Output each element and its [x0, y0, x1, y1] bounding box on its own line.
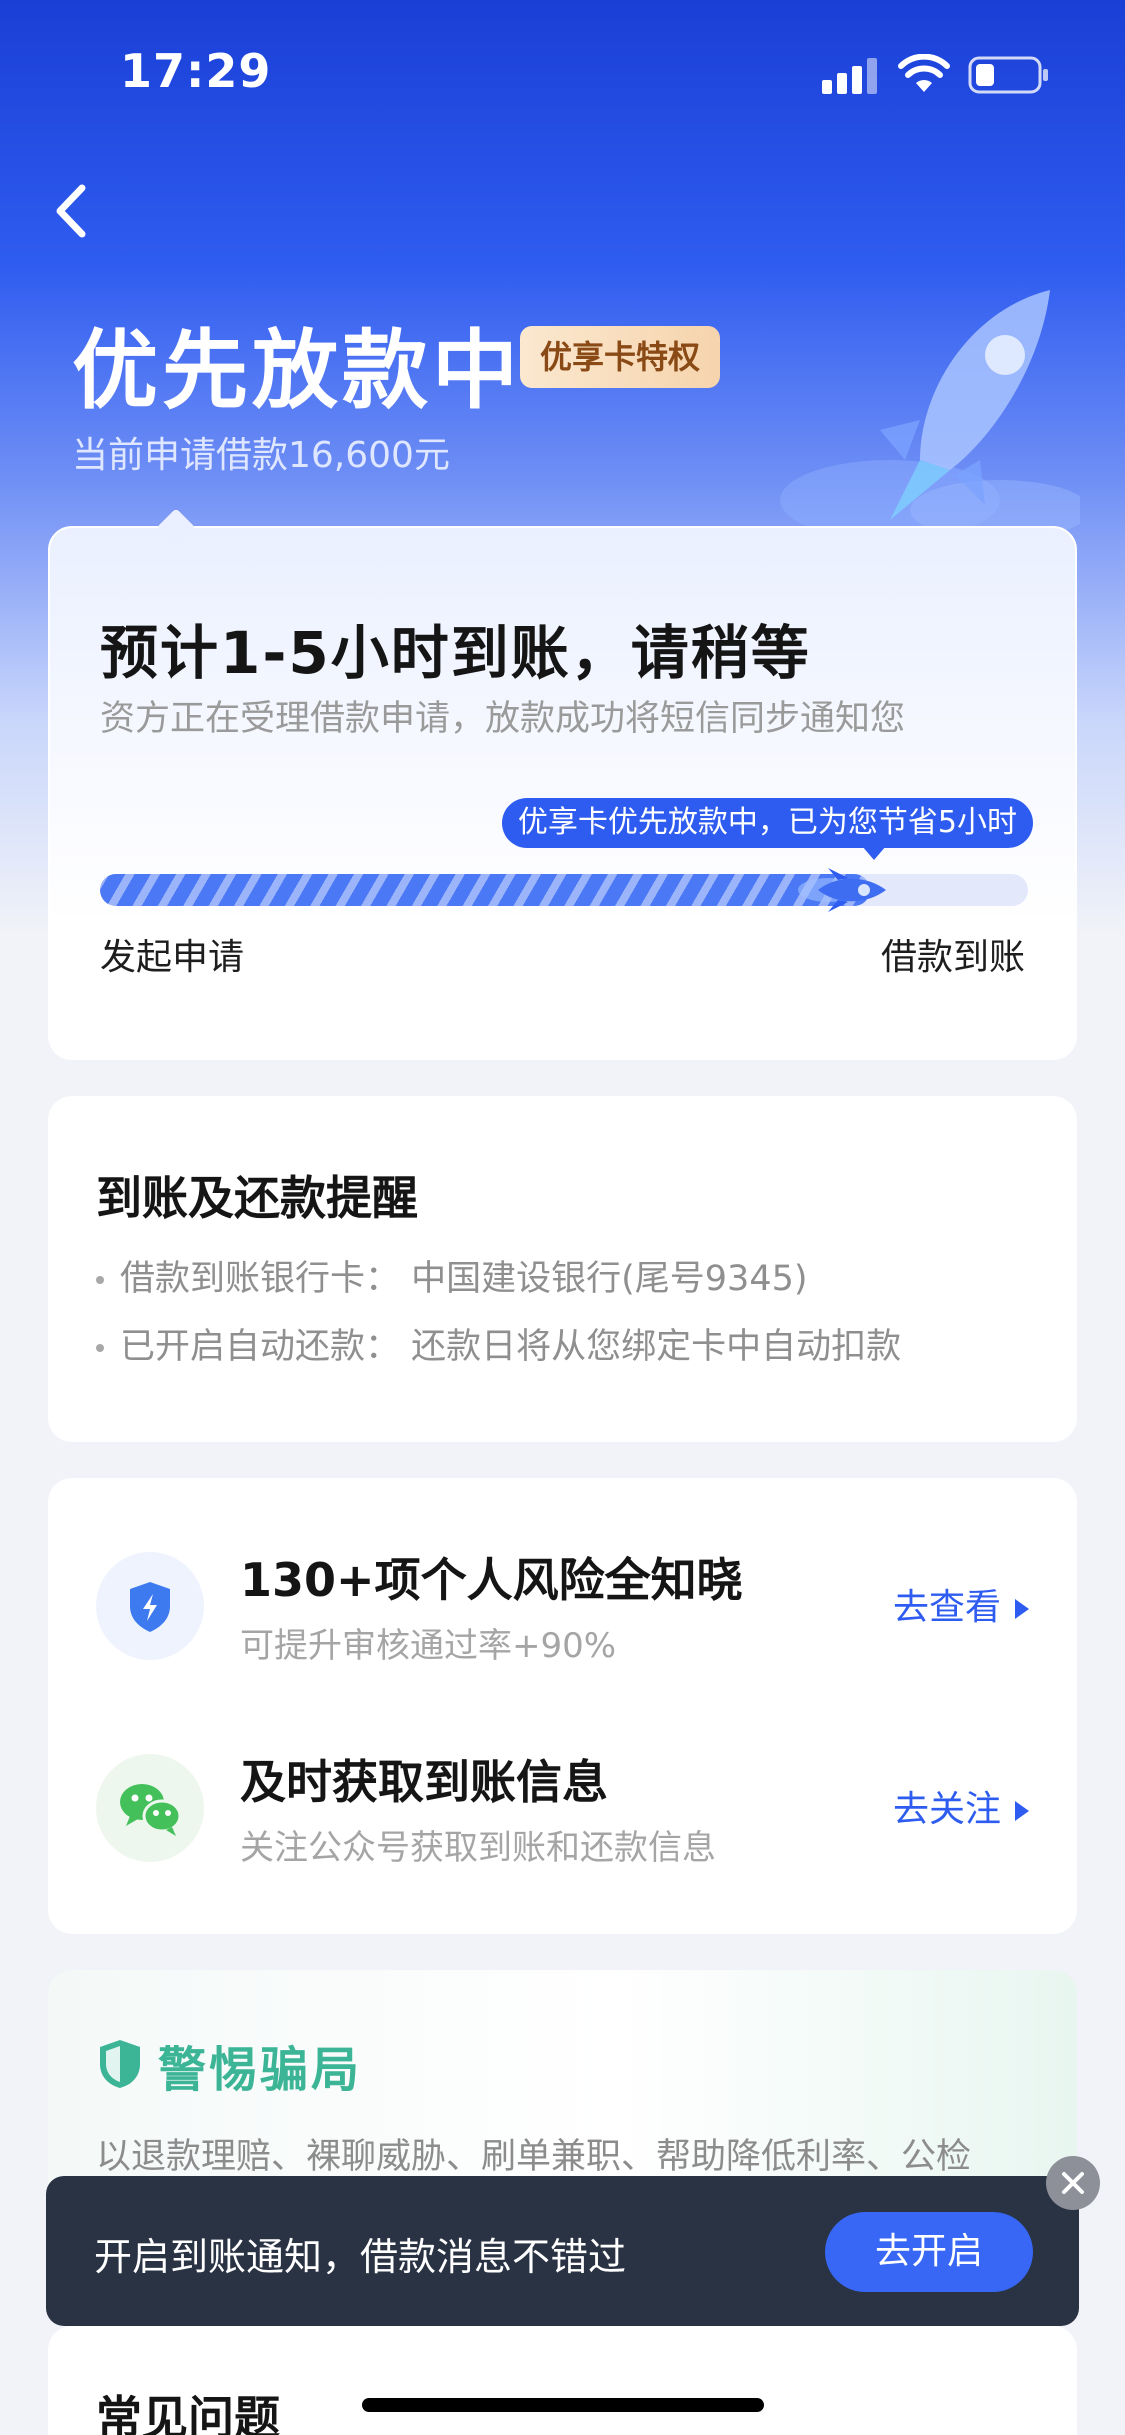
time-saved-tooltip: 优享卡优先放款中，已为您节省5小时: [501, 798, 1033, 860]
bullet-dot: [96, 1276, 104, 1284]
status-bar: 17:29: [0, 0, 1125, 140]
notification-banner: 开启到账通知，借款消息不错过 去开启: [46, 2176, 1079, 2326]
rocket-illustration: [780, 290, 1080, 540]
play-arrow-icon: [1015, 1599, 1029, 1619]
fraud-warning-title: 警惕骗局: [158, 2042, 363, 2098]
wechat-follow-subtitle: 关注公众号获取到账和还款信息: [240, 1828, 716, 1868]
progress-track: [100, 868, 1028, 912]
shield-icon: [100, 2040, 140, 2088]
reminder-title: 到账及还款提醒: [96, 1171, 418, 1225]
status-time: 17:29: [120, 44, 272, 98]
faq-title: 常见问题: [96, 2391, 280, 2435]
play-arrow-icon: [1015, 1801, 1029, 1821]
notification-text: 开启到账通知，借款消息不错过: [94, 2235, 627, 2279]
rocket-icon: [798, 868, 886, 912]
progress-start-label: 发起申请: [100, 937, 245, 978]
risk-report-subtitle: 可提升审核通过率+90%: [240, 1626, 617, 1666]
risk-report-row[interactable]: 130+项个人风险全知晓 可提升审核通过率+90% 去查看: [48, 1544, 1077, 1684]
close-icon[interactable]: [1046, 2156, 1100, 2210]
signal-icon: [822, 58, 877, 94]
loan-amount-subtitle: 当前申请借款16,600元: [72, 435, 450, 476]
eta-description: 资方正在受理借款申请，放款成功将短信同步通知您: [100, 699, 906, 739]
home-indicator[interactable]: [362, 2398, 764, 2412]
bullet-dot: [96, 1344, 104, 1352]
wifi-icon: [898, 54, 950, 92]
view-link[interactable]: 去查看: [893, 1578, 1029, 1630]
icon-circle: [96, 1552, 204, 1660]
auto-repay-line: 已开启自动还款： 还款日将从您绑定卡中自动扣款: [96, 1318, 901, 1369]
eta-title: 预计1-5小时到账，请稍等: [100, 619, 811, 687]
progress-card: 预计1-5小时到账，请稍等 资方正在受理借款申请，放款成功将短信同步通知您 优享…: [48, 526, 1077, 1060]
progress-fill: [100, 874, 870, 906]
services-card: 130+项个人风险全知晓 可提升审核通过率+90% 去查看 及时获取到账信息 关…: [48, 1478, 1077, 1934]
wechat-follow-row[interactable]: 及时获取到账信息 关注公众号获取到账和还款信息 去关注: [48, 1746, 1077, 1886]
wechat-follow-title: 及时获取到账信息: [240, 1755, 608, 1809]
fraud-warning-description: 以退款理赔、裸聊威胁、刷单兼职、帮助降低利率、公检: [96, 2137, 972, 2177]
enable-notification-button[interactable]: 去开启: [825, 2212, 1033, 2292]
privilege-badge: 优享卡特权: [520, 326, 721, 388]
risk-report-title: 130+项个人风险全知晓: [240, 1553, 743, 1607]
auto-repay-text: 已开启自动还款： 还款日将从您绑定卡中自动扣款: [120, 1327, 902, 1367]
view-link-label: 去查看: [892, 1587, 1001, 1628]
icon-circle: [96, 1754, 204, 1862]
reminder-card: 到账及还款提醒 借款到账银行卡： 中国建设银行(尾号9345) 已开启自动还款：…: [48, 1096, 1077, 1442]
follow-link[interactable]: 去关注: [893, 1780, 1029, 1832]
progress-end-label: 借款到账: [880, 937, 1025, 978]
shield-bolt-icon: [130, 1582, 170, 1632]
faq-card[interactable]: 常见问题: [48, 2326, 1077, 2435]
bank-card-text: 借款到账银行卡： 中国建设银行(尾号9345): [120, 1259, 808, 1299]
bank-card-line: 借款到账银行卡： 中国建设银行(尾号9345): [96, 1250, 808, 1301]
back-arrow-icon[interactable]: [44, 176, 100, 246]
wechat-icon: [120, 1784, 182, 1836]
follow-link-label: 去关注: [892, 1789, 1001, 1830]
battery-icon: [968, 56, 1048, 94]
page-title: 优先放款中: [72, 321, 522, 421]
